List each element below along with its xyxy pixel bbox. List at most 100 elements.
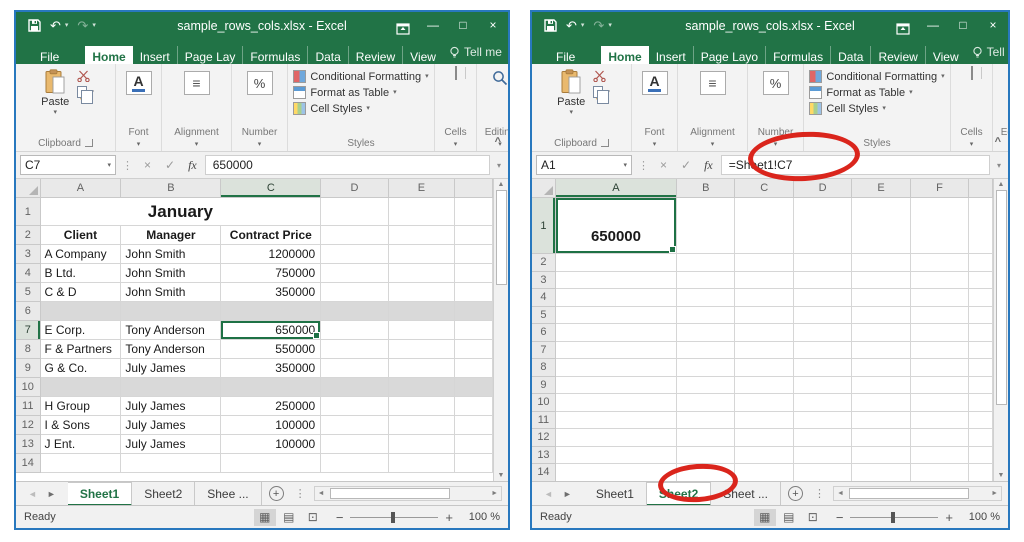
cell-D14[interactable] xyxy=(321,454,388,473)
cell-F7[interactable] xyxy=(911,342,969,360)
col-header-E[interactable]: E xyxy=(852,179,910,198)
col-header-partial[interactable] xyxy=(455,179,493,198)
cell-D4[interactable] xyxy=(794,289,852,307)
cell-E4[interactable] xyxy=(389,264,456,283)
paste-button[interactable]: Paste ▾ xyxy=(553,67,589,118)
row-header-9[interactable]: 9 xyxy=(532,377,556,395)
cell-F2[interactable] xyxy=(911,254,969,272)
cell-E2[interactable] xyxy=(852,254,910,272)
cell-E10[interactable] xyxy=(389,378,456,397)
sheet-tab-sheet2[interactable]: Sheet2 xyxy=(647,482,711,506)
row-header-6[interactable]: 6 xyxy=(16,302,41,321)
cell-E13[interactable] xyxy=(389,435,456,454)
col-header-A[interactable]: A xyxy=(556,179,677,198)
number-button[interactable]: % xyxy=(763,71,789,95)
col-header-A[interactable]: A xyxy=(41,179,122,198)
cell-x9[interactable] xyxy=(455,359,493,378)
cell-A13[interactable] xyxy=(556,447,677,465)
cell-D13[interactable] xyxy=(321,435,388,454)
cell-x7[interactable] xyxy=(969,342,993,360)
cell-A14[interactable] xyxy=(556,464,677,481)
cell-C11[interactable] xyxy=(735,412,793,430)
normal-view-button[interactable]: ▦ xyxy=(754,509,776,526)
conditional-formatting-button[interactable]: Conditional Formatting▾ xyxy=(293,70,428,83)
cell-B4[interactable]: John Smith xyxy=(121,264,221,283)
cell-E9[interactable] xyxy=(852,377,910,395)
cell-x10[interactable] xyxy=(455,378,493,397)
clipboard-dialog-launcher[interactable] xyxy=(601,139,609,147)
row-header-11[interactable]: 11 xyxy=(532,412,556,430)
row-header-1[interactable]: 1 xyxy=(532,198,556,254)
cell-C1[interactable] xyxy=(735,198,793,254)
cell-F11[interactable] xyxy=(911,412,969,430)
cell-B2[interactable] xyxy=(677,254,735,272)
cell-E5[interactable] xyxy=(389,283,456,302)
cell-C13[interactable]: 100000 xyxy=(221,435,321,454)
cell-F10[interactable] xyxy=(911,394,969,412)
scroll-up-icon[interactable]: ▲ xyxy=(498,181,505,188)
sheet-tab-sheet1[interactable]: Sheet1 xyxy=(68,482,132,506)
cell-E8[interactable] xyxy=(852,359,910,377)
cell-D2[interactable] xyxy=(794,254,852,272)
cell-C12[interactable]: 100000 xyxy=(221,416,321,435)
cell-B10[interactable] xyxy=(677,394,735,412)
cell-A4[interactable]: B Ltd. xyxy=(41,264,122,283)
cell-E14[interactable] xyxy=(389,454,456,473)
normal-view-button[interactable]: ▦ xyxy=(254,509,276,526)
cut-button[interactable] xyxy=(593,70,606,82)
cell-A13[interactable]: J Ent. xyxy=(41,435,122,454)
cell-F8[interactable] xyxy=(911,359,969,377)
cell-C9[interactable] xyxy=(735,377,793,395)
cell-x4[interactable] xyxy=(455,264,493,283)
cell-F5[interactable] xyxy=(911,307,969,325)
cell-B13[interactable]: July James xyxy=(121,435,221,454)
cell-C10[interactable] xyxy=(221,378,321,397)
ribbon-display-options-icon[interactable] xyxy=(388,16,418,35)
sheet-tab-sheet-[interactable]: Sheet ... xyxy=(711,482,781,505)
vertical-scroll-thumb[interactable] xyxy=(496,190,507,285)
vertical-scrollbar[interactable]: ▲ ▼ xyxy=(993,179,1008,481)
row-header-2[interactable]: 2 xyxy=(16,226,41,245)
cell-B8[interactable] xyxy=(677,359,735,377)
cell-E11[interactable] xyxy=(389,397,456,416)
sheet-nav-left-icon[interactable]: ◄ xyxy=(544,489,553,499)
formula-input[interactable]: 650000 xyxy=(205,155,490,175)
zoom-out-button[interactable]: − xyxy=(836,510,844,525)
cell-A8[interactable] xyxy=(556,359,677,377)
cancel-button[interactable]: × xyxy=(139,158,156,172)
cell-A14[interactable] xyxy=(41,454,122,473)
col-header-D[interactable]: D xyxy=(321,179,388,198)
zoom-in-button[interactable]: + xyxy=(445,510,453,525)
sheet-tab-sheet2[interactable]: Sheet2 xyxy=(132,482,195,505)
cell-C4[interactable]: 750000 xyxy=(221,264,321,283)
sheet-nav-left-icon[interactable]: ◄ xyxy=(28,489,37,499)
cell-A7[interactable]: E Corp. xyxy=(41,321,122,340)
minimize-button[interactable]: — xyxy=(918,12,948,39)
cell-B3[interactable]: John Smith xyxy=(121,245,221,264)
cell-D4[interactable] xyxy=(321,264,388,283)
cell-D5[interactable] xyxy=(794,307,852,325)
cell-C14[interactable] xyxy=(221,454,321,473)
page-layout-view-button[interactable]: ▤ xyxy=(278,509,300,526)
row-header-10[interactable]: 10 xyxy=(532,394,556,412)
row-header-14[interactable]: 14 xyxy=(532,464,556,481)
cell-A1[interactable]: 650000 xyxy=(556,198,677,254)
conditional-formatting-button[interactable]: Conditional Formatting▾ xyxy=(809,70,944,83)
save-icon[interactable] xyxy=(28,19,41,32)
cell-x4[interactable] xyxy=(969,289,993,307)
cell-D10[interactable] xyxy=(321,378,388,397)
undo-icon[interactable]: ↶ xyxy=(566,19,577,32)
cell-B5[interactable]: John Smith xyxy=(121,283,221,302)
row-header-4[interactable]: 4 xyxy=(16,264,41,283)
row-header-5[interactable]: 5 xyxy=(532,307,556,325)
cell-E4[interactable] xyxy=(852,289,910,307)
row-header-6[interactable]: 6 xyxy=(532,324,556,342)
page-layout-view-button[interactable]: ▤ xyxy=(778,509,800,526)
col-header-B[interactable]: B xyxy=(677,179,735,198)
row-header-3[interactable]: 3 xyxy=(16,245,41,264)
cell-A9[interactable] xyxy=(556,377,677,395)
cell-A8[interactable]: F & Partners xyxy=(41,340,122,359)
minimize-button[interactable]: — xyxy=(418,12,448,39)
cell-A2[interactable] xyxy=(556,254,677,272)
cell-D8[interactable] xyxy=(321,340,388,359)
